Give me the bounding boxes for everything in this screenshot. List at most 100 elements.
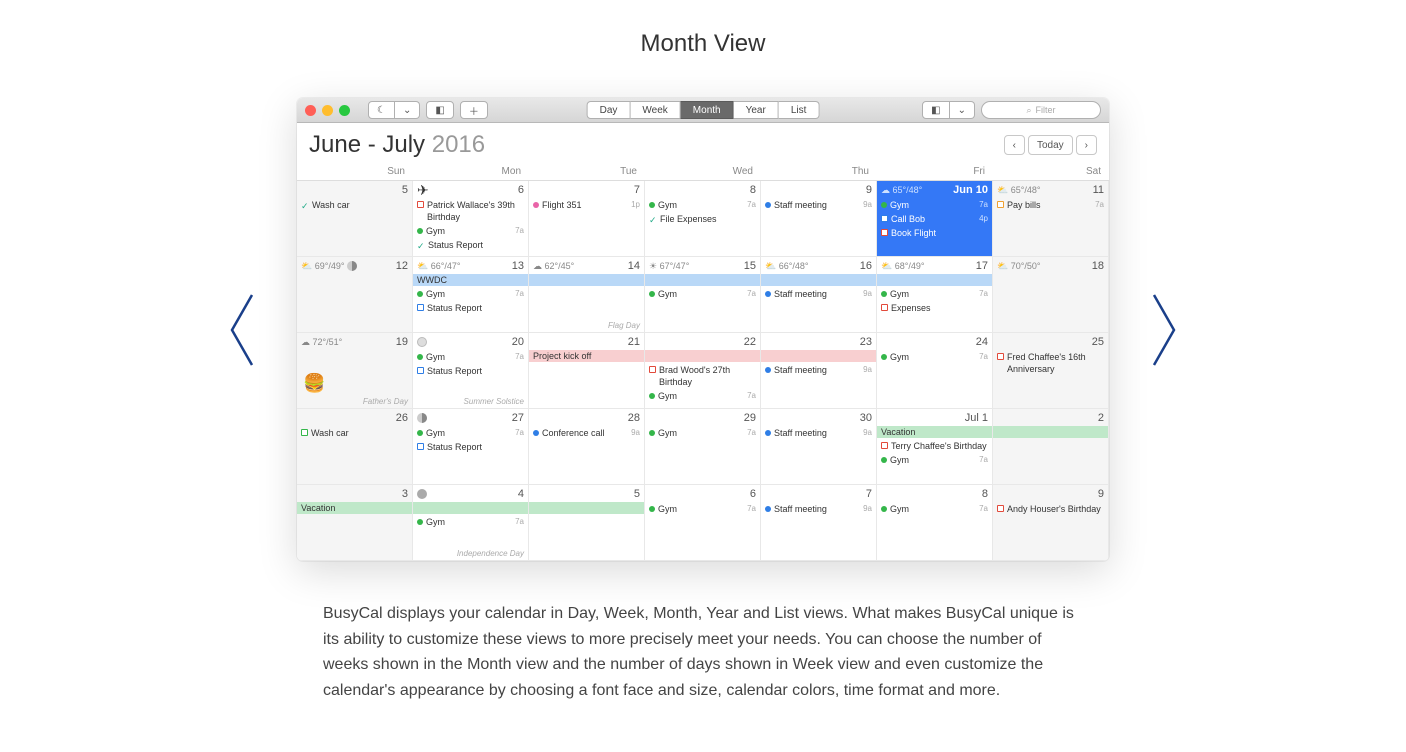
event-item[interactable]: Gym7a [417,515,524,529]
view-tab-month[interactable]: Month [681,101,734,119]
all-day-banner[interactable]: Project kick off [529,350,644,362]
carousel-prev-icon[interactable] [227,290,257,370]
carousel-next-icon[interactable] [1149,290,1179,370]
event-item[interactable]: Status Report [417,440,524,454]
day-cell[interactable]: 29Gym7a [645,409,761,485]
day-cell[interactable]: 27Gym7aStatus Report [413,409,529,485]
event-item[interactable]: Gym7a [417,350,524,364]
view-tab-day[interactable]: Day [587,101,631,119]
event-item[interactable]: Staff meeting9a [765,502,872,516]
all-day-banner[interactable]: WWDC [413,274,528,286]
today-button[interactable]: Today [1028,135,1073,155]
event-item[interactable]: Conference call9a [533,426,640,440]
view-tab-year[interactable]: Year [734,101,779,119]
event-item[interactable]: Gym7a [649,389,756,403]
day-cell[interactable]: 30Staff meeting9a [761,409,877,485]
day-cell[interactable]: ⛅ 66°/48°16 Staff meeting9a [761,257,877,333]
all-day-banner[interactable] [877,274,992,286]
day-cell[interactable]: ☀ 67°/47°15 Gym7a [645,257,761,333]
day-cell[interactable]: Jul 1VacationTerry Chaffee's BirthdayGym… [877,409,993,485]
event-item[interactable]: Gym7a [881,350,988,364]
day-cell[interactable]: 28Conference call9a [529,409,645,485]
panel-toggle-button[interactable]: ◧ [922,101,949,119]
day-cell[interactable]: 9Staff meeting9a [761,181,877,257]
day-cell[interactable]: 4 Gym7aIndependence Day [413,485,529,561]
event-item[interactable]: Gym7a [417,224,524,238]
day-cell[interactable]: 8Gym7a [877,485,993,561]
day-cell[interactable]: 23 Staff meeting9a [761,333,877,409]
event-item[interactable]: Terry Chaffee's Birthday [881,439,988,453]
next-month-button[interactable]: › [1076,135,1097,155]
day-cell[interactable]: ☁ 62°/45°14 Flag Day [529,257,645,333]
sidebar-toggle-button[interactable]: ◧ [426,101,453,119]
day-cell[interactable]: 22 Brad Wood's 27th BirthdayGym7a [645,333,761,409]
day-cell[interactable]: 8Gym7a✓File Expenses [645,181,761,257]
prev-month-button[interactable]: ‹ [1004,135,1025,155]
event-item[interactable]: ✓Wash car [301,198,408,213]
day-cell[interactable]: 26Wash car [297,409,413,485]
day-cell[interactable]: ⛅ 69°/49°12 [297,257,413,333]
all-day-banner[interactable]: Vacation [297,502,412,514]
day-cell[interactable]: ⛅ 70°/50°18 [993,257,1109,333]
view-tab-list[interactable]: List [779,101,820,119]
event-item[interactable]: Fred Chaffee's 16th Anniversary [997,350,1104,376]
all-day-banner[interactable] [645,274,760,286]
event-item[interactable]: Patrick Wallace's 39th Birthday [417,198,524,224]
event-item[interactable]: Gym7a [881,502,988,516]
all-day-banner[interactable] [761,274,876,286]
day-cell[interactable]: 7Staff meeting9a [761,485,877,561]
day-cell[interactable]: ✈6Patrick Wallace's 39th BirthdayGym7a✓S… [413,181,529,257]
event-item[interactable]: Call Bob4p [881,212,988,226]
day-cell[interactable]: 5✓Wash car [297,181,413,257]
day-cell[interactable]: ⛅ 65°/48°11Pay bills7a [993,181,1109,257]
event-item[interactable]: Expenses [881,301,988,315]
close-icon[interactable] [305,105,316,116]
all-day-banner[interactable] [529,274,644,286]
event-item[interactable]: Gym7a [649,287,756,301]
event-item[interactable]: Status Report [417,301,524,315]
day-cell[interactable]: 7Flight 3511p [529,181,645,257]
zoom-icon[interactable] [339,105,350,116]
event-item[interactable]: Staff meeting9a [765,287,872,301]
event-item[interactable]: Flight 3511p [533,198,640,212]
add-button[interactable]: ＋ [460,101,488,119]
event-item[interactable]: Gym7a [417,426,524,440]
day-cell[interactable]: 20Gym7aStatus ReportSummer Solstice [413,333,529,409]
event-item[interactable]: Gym7a [649,426,756,440]
minimize-icon[interactable] [322,105,333,116]
event-item[interactable]: Gym7a [881,198,988,212]
all-day-banner[interactable] [645,350,760,362]
day-cell[interactable]: 2 [993,409,1109,485]
all-day-banner[interactable] [761,350,876,362]
day-cell[interactable]: 3Vacation [297,485,413,561]
event-item[interactable]: Pay bills7a [997,198,1104,212]
day-cell[interactable]: ☁ 65°/48°Jun 10Gym7aCall Bob4pBook Fligh… [877,181,993,257]
day-cell[interactable]: ☁ 72°/51°19🍔Father's Day [297,333,413,409]
event-item[interactable]: Gym7a [417,287,524,301]
event-item[interactable]: Staff meeting9a [765,198,872,212]
event-item[interactable]: Staff meeting9a [765,426,872,440]
event-item[interactable]: ✓File Expenses [649,212,756,227]
event-item[interactable]: Brad Wood's 27th Birthday [649,363,756,389]
event-item[interactable]: Book Flight [881,226,988,240]
day-cell[interactable]: 24Gym7a [877,333,993,409]
event-item[interactable]: ✓Status Report [417,238,524,253]
all-day-banner[interactable] [413,502,528,514]
moon-dropdown-button[interactable]: ⌄ [395,101,420,119]
all-day-banner[interactable]: Vacation [877,426,992,438]
day-cell[interactable]: ⛅ 68°/49°17 Gym7aExpenses [877,257,993,333]
day-cell[interactable]: 25Fred Chaffee's 16th Anniversary [993,333,1109,409]
event-item[interactable]: Gym7a [881,287,988,301]
event-item[interactable]: Status Report [417,364,524,378]
day-cell[interactable]: 5 [529,485,645,561]
event-item[interactable]: Gym7a [649,502,756,516]
event-item[interactable]: Andy Houser's Birthday [997,502,1104,516]
day-cell[interactable]: 6Gym7a [645,485,761,561]
all-day-banner[interactable] [529,502,644,514]
filter-input[interactable]: ⌕ Filter [981,101,1101,119]
panel-dropdown-button[interactable]: ⌄ [950,101,975,119]
day-cell[interactable]: 9Andy Houser's Birthday [993,485,1109,561]
view-tab-week[interactable]: Week [630,101,680,119]
event-item[interactable]: Staff meeting9a [765,363,872,377]
event-item[interactable]: Gym7a [649,198,756,212]
